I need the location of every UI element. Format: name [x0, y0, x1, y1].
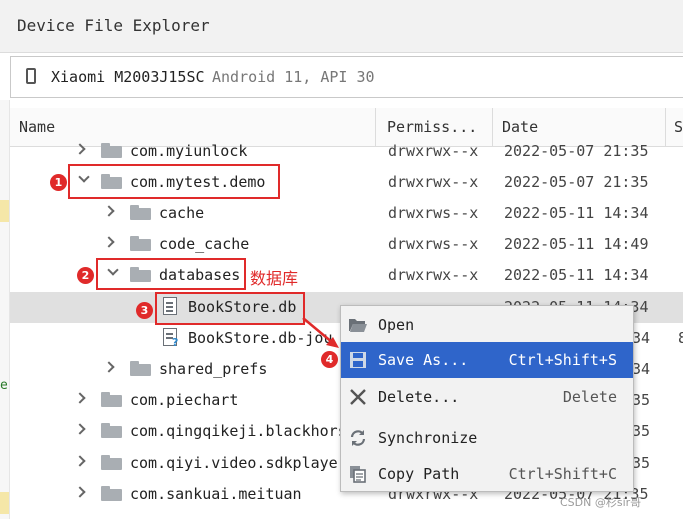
watermark: CSDN @杉sir哥 [560, 496, 642, 509]
annotation-arrow [302, 317, 339, 348]
